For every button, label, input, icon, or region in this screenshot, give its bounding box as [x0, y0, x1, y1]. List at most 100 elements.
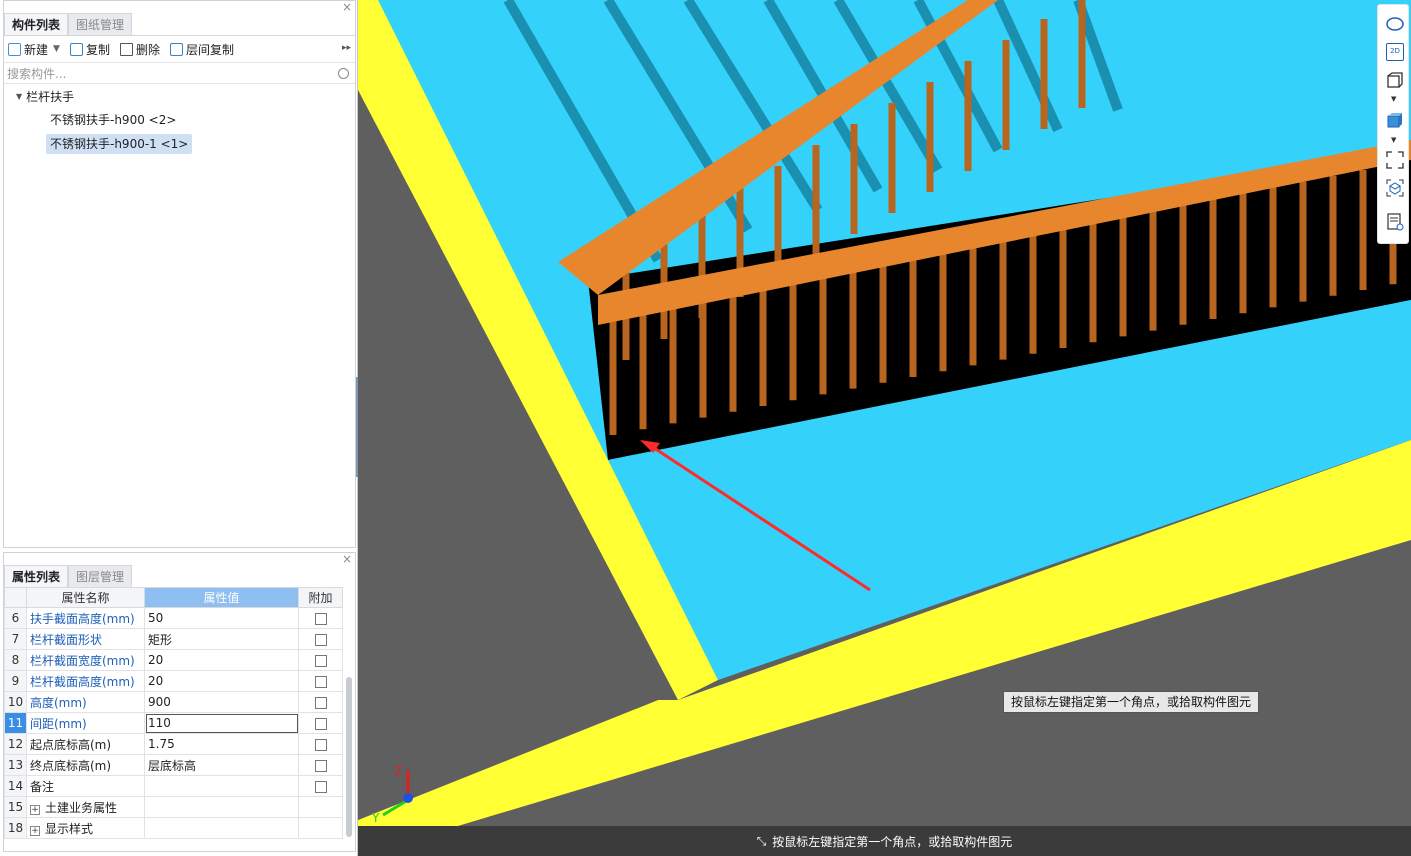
- extra-checkbox[interactable]: [314, 696, 327, 709]
- extra-cell: [298, 775, 343, 797]
- property-name: 起点底标高(m): [26, 733, 145, 755]
- extra-cell: [298, 817, 343, 839]
- collapse-arrows-icon: ⤡: [756, 833, 767, 848]
- row-number: 11: [4, 712, 27, 734]
- new-button[interactable]: 新建 ▼: [8, 41, 60, 58]
- status-bar: ⤡ 按鼠标左键指定第一个角点，或拾取构件图元: [358, 826, 1411, 856]
- extra-checkbox[interactable]: [314, 675, 327, 688]
- floor-copy-button[interactable]: 层间复制: [169, 41, 234, 58]
- extra-checkbox[interactable]: [314, 633, 327, 646]
- property-view-icon[interactable]: [1386, 213, 1404, 231]
- property-row[interactable]: 18 + 显示样式: [4, 817, 343, 839]
- search-placeholder: 搜索构件...: [7, 66, 67, 81]
- extra-header: 附加: [298, 587, 343, 608]
- search-icon[interactable]: [338, 68, 349, 79]
- chevron-down-icon[interactable]: ▼: [1391, 95, 1396, 103]
- property-name: 终点底标高(m): [26, 754, 145, 776]
- row-number: 6: [4, 607, 27, 629]
- tab-property-list[interactable]: 属性列表: [4, 565, 69, 587]
- orbit-icon[interactable]: [1386, 15, 1404, 33]
- chevron-down-icon[interactable]: ▼: [1391, 136, 1396, 144]
- tree-root-label: 栏杆扶手: [26, 90, 75, 104]
- extra-cell: [298, 607, 343, 629]
- property-row[interactable]: 13 终点底标高(m) 层底标高: [4, 754, 343, 776]
- property-value[interactable]: 50: [144, 607, 299, 629]
- close-icon[interactable]: ×: [342, 553, 352, 565]
- row-number-header: [4, 587, 27, 608]
- extra-cell: [298, 754, 343, 776]
- property-row[interactable]: 12 起点底标高(m) 1.75: [4, 733, 343, 755]
- extra-checkbox[interactable]: [314, 738, 327, 751]
- chevron-down-icon[interactable]: ▼: [53, 44, 60, 54]
- property-value[interactable]: 20: [144, 670, 299, 692]
- property-name: + 土建业务属性: [26, 796, 145, 818]
- tree-item-h900[interactable]: 不锈钢扶手-h900 <2>: [46, 110, 180, 130]
- property-name-text: 终点底标高(m): [30, 758, 112, 773]
- 3d-scene[interactable]: Z Y: [358, 0, 1411, 856]
- copy-icon: [69, 42, 83, 56]
- property-row[interactable]: 14 备注: [4, 775, 343, 797]
- property-row[interactable]: 9 栏杆截面高度(mm) 20: [4, 670, 343, 692]
- tab-divider: [4, 35, 355, 36]
- row-number: 13: [4, 754, 27, 776]
- property-value[interactable]: [144, 817, 299, 839]
- delete-button-label: 删除: [135, 42, 160, 57]
- property-value[interactable]: 层底标高: [144, 754, 299, 776]
- property-row[interactable]: 6 扶手截面高度(mm) 50: [4, 607, 343, 629]
- extra-checkbox[interactable]: [314, 780, 327, 793]
- view-toolbar: 2D ▼ ▼: [1377, 4, 1409, 244]
- property-row[interactable]: 8 栏杆截面宽度(mm) 20: [4, 649, 343, 671]
- property-value[interactable]: 900: [144, 691, 299, 713]
- tab-component-list[interactable]: 构件列表: [4, 13, 69, 35]
- expand-plus-icon[interactable]: +: [30, 825, 40, 836]
- property-name: 栏杆截面高度(mm): [26, 670, 145, 692]
- property-name-text: 栏杆截面高度(mm): [30, 674, 135, 689]
- property-value[interactable]: 110: [144, 712, 299, 734]
- property-value-header: 属性值: [144, 587, 299, 608]
- search-input[interactable]: 搜索构件...: [4, 62, 355, 84]
- extra-checkbox[interactable]: [314, 654, 327, 667]
- property-scrollbar[interactable]: [346, 677, 352, 837]
- row-number: 9: [4, 670, 27, 692]
- extra-checkbox[interactable]: [314, 759, 327, 772]
- row-number: 18: [4, 817, 27, 839]
- copy-button[interactable]: 复制: [69, 41, 110, 58]
- row-number: 8: [4, 649, 27, 671]
- display-cube-icon[interactable]: [1386, 179, 1404, 197]
- tab-layer-management[interactable]: 图层管理: [68, 565, 133, 587]
- property-name-text: 起点底标高(m): [30, 737, 112, 752]
- extra-checkbox[interactable]: [314, 612, 327, 625]
- left-sidebar: × 构件列表 图纸管理 新建 ▼ 复制 删除 层间复制 ▸▸ 搜索构件... ▼…: [0, 0, 358, 856]
- property-value[interactable]: 1.75: [144, 733, 299, 755]
- property-grid: 属性名称 属性值 附加 6 扶手截面高度(mm) 50 7 栏杆截面形状 矩形 8 栏杆截面宽…: [4, 587, 343, 839]
- tab-drawing-management[interactable]: 图纸管理: [68, 13, 133, 35]
- property-row[interactable]: 11 间距(mm) 110: [4, 712, 343, 734]
- collapse-arrow-icon[interactable]: ▼: [16, 92, 22, 101]
- extra-checkbox[interactable]: [314, 717, 327, 730]
- 3d-viewport[interactable]: Z Y: [358, 0, 1411, 856]
- more-icon[interactable]: ▸▸: [342, 43, 351, 53]
- view-2d-icon[interactable]: 2D: [1386, 43, 1404, 61]
- property-value[interactable]: 矩形: [144, 628, 299, 650]
- property-value[interactable]: 20: [144, 649, 299, 671]
- row-number: 15: [4, 796, 27, 818]
- expand-plus-icon[interactable]: +: [30, 804, 40, 815]
- property-name-text: 间距(mm): [30, 716, 87, 731]
- property-row[interactable]: 15 + 土建业务属性: [4, 796, 343, 818]
- property-rows: 6 扶手截面高度(mm) 50 7 栏杆截面形状 矩形 8 栏杆截面宽度(mm) 20 9 栏杆截面…: [4, 607, 343, 839]
- cube-icon[interactable]: [1386, 71, 1404, 89]
- component-tabs: 构件列表 图纸管理: [4, 13, 133, 35]
- property-value[interactable]: [144, 796, 299, 818]
- property-value[interactable]: [144, 775, 299, 797]
- tree-item-h900-1[interactable]: 不锈钢扶手-h900-1 <1>: [46, 134, 193, 154]
- solid-cube-icon[interactable]: [1386, 111, 1404, 129]
- property-row[interactable]: 10 高度(mm) 900: [4, 691, 343, 713]
- close-icon[interactable]: ×: [342, 1, 352, 13]
- fullscreen-icon[interactable]: [1386, 151, 1404, 169]
- axis-origin: [403, 793, 413, 803]
- tree-root[interactable]: ▼ 栏杆扶手: [16, 88, 74, 105]
- property-row[interactable]: 7 栏杆截面形状 矩形: [4, 628, 343, 650]
- row-number: 14: [4, 775, 27, 797]
- property-list-panel: × 属性列表 图层管理 属性名称 属性值 附加 6 扶手截面高度(mm) 50 7 栏杆…: [3, 552, 356, 852]
- delete-button[interactable]: 删除: [119, 41, 160, 58]
